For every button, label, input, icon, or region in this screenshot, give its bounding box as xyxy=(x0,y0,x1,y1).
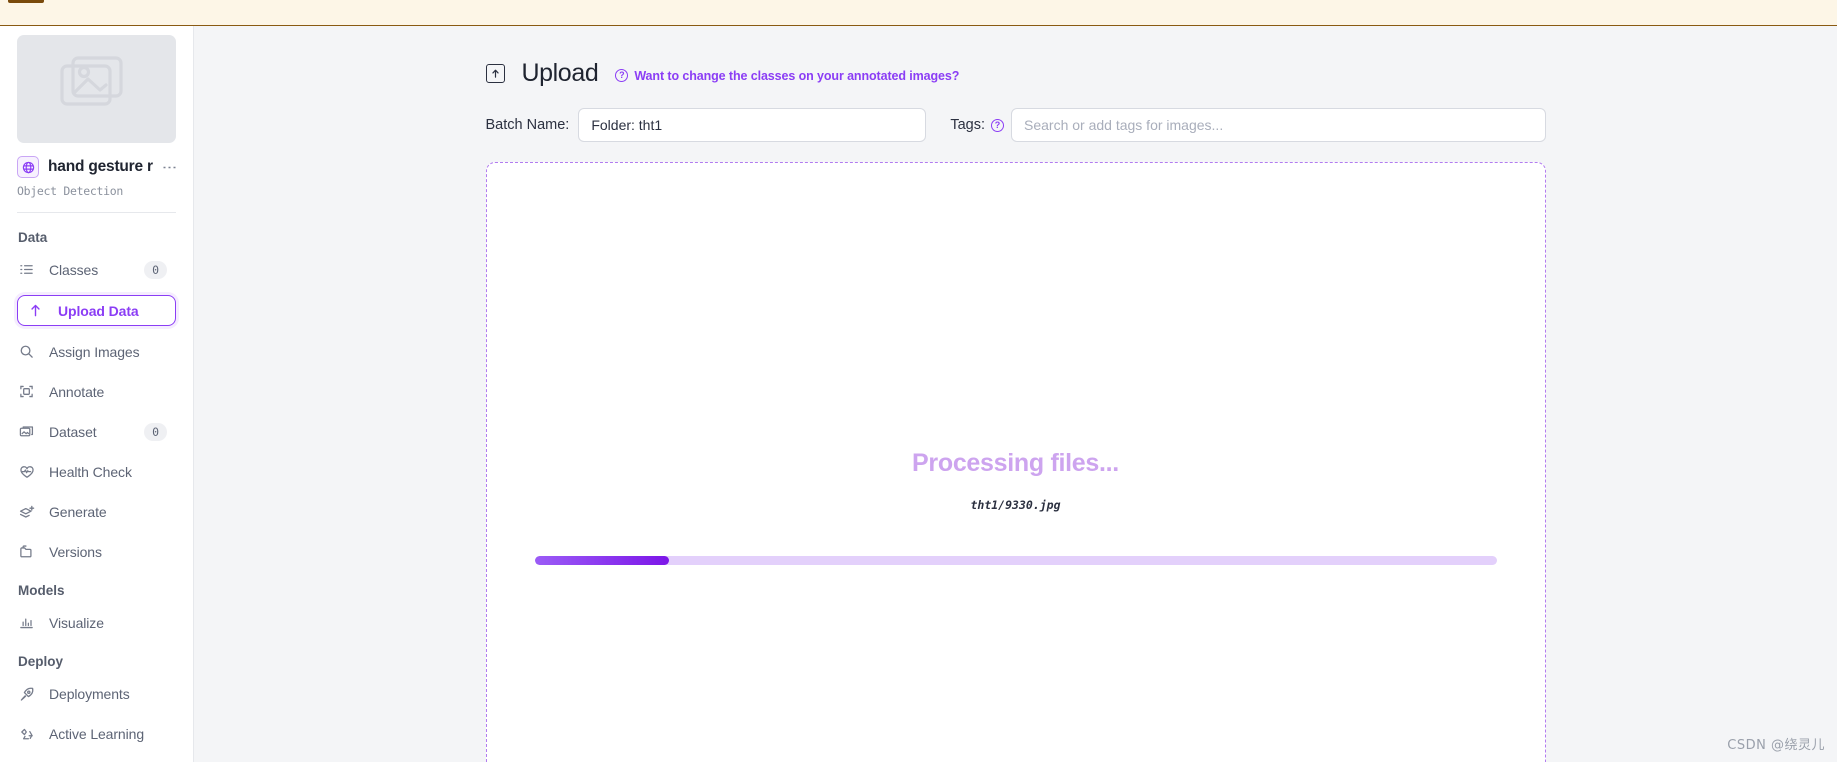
body-wrapper: hand gesture r... ⋮ Object Detection Dat… xyxy=(0,26,1837,762)
project-thumbnail xyxy=(17,35,176,143)
upload-arrow-icon xyxy=(27,303,44,318)
kebab-menu-icon[interactable]: ⋮ xyxy=(161,160,178,175)
batch-name-input[interactable] xyxy=(578,108,927,142)
project-header[interactable]: hand gesture r... ⋮ xyxy=(17,156,178,178)
browser-tab-stub[interactable] xyxy=(8,0,44,3)
upload-box-icon xyxy=(485,64,505,83)
folder-icon xyxy=(18,544,35,559)
sidebar-item-visualize[interactable]: Visualize xyxy=(17,608,176,637)
recycle-icon xyxy=(18,726,35,742)
tags-label-group: Tags: ? xyxy=(950,117,1004,133)
list-icon xyxy=(18,262,35,277)
question-circle-icon[interactable]: ? xyxy=(991,118,1004,132)
classes-count-badge: 0 xyxy=(144,260,167,279)
current-file-name: tht1/9330.jpg xyxy=(970,498,1061,512)
question-circle-icon: ? xyxy=(615,69,629,82)
sidebar-item-dataset[interactable]: Dataset 0 xyxy=(17,417,176,446)
sidebar-section-models-title: Models xyxy=(18,583,65,598)
chart-bar-icon xyxy=(18,615,35,630)
globe-icon xyxy=(17,156,39,178)
sidebar-item-label: Annotate xyxy=(49,383,105,400)
watermark: CSDN @绕灵儿 xyxy=(1727,738,1825,753)
sidebar-section-data-title: Data xyxy=(18,230,48,245)
upload-progress-fill xyxy=(534,556,670,565)
images-placeholder-icon xyxy=(59,55,134,123)
tags-label: Tags: xyxy=(950,117,985,133)
rocket-icon xyxy=(18,686,35,702)
project-name: hand gesture r... xyxy=(48,158,153,175)
page-title: Upload xyxy=(521,59,599,87)
sidebar-item-generate[interactable]: Generate xyxy=(17,497,176,526)
upload-progress-bar xyxy=(534,556,1497,565)
main-inner: Upload ? Want to change the classes on y… xyxy=(485,26,1546,762)
generate-icon xyxy=(18,504,35,520)
sidebar-item-classes[interactable]: Classes 0 xyxy=(17,255,176,284)
dropzone-status: Processing files... tht1/9330.jpg xyxy=(487,449,1545,512)
page-header: Upload ? Want to change the classes on y… xyxy=(485,59,1546,88)
sidebar-divider xyxy=(17,212,176,213)
sidebar-item-label: Visualize xyxy=(49,614,104,631)
sidebar-item-label: Assign Images xyxy=(49,343,140,360)
processing-status-text: Processing files... xyxy=(912,449,1119,477)
health-icon xyxy=(18,464,35,480)
sidebar-item-label: Health Check xyxy=(49,463,132,480)
sidebar-item-health-check[interactable]: Health Check xyxy=(17,457,176,486)
sidebar-item-label: Generate xyxy=(49,503,107,520)
hint-link-label: Want to change the classes on your annot… xyxy=(634,68,960,83)
sidebar-item-annotate[interactable]: Annotate xyxy=(17,377,176,406)
sidebar-item-assign-images[interactable]: Assign Images xyxy=(17,337,176,366)
sidebar-item-deployments[interactable]: Deployments xyxy=(17,679,176,708)
sidebar-item-label: Deployments xyxy=(49,685,130,702)
sidebar: hand gesture r... ⋮ Object Detection Dat… xyxy=(0,26,194,762)
app-root: hand gesture r... ⋮ Object Detection Dat… xyxy=(0,0,1837,762)
project-type: Object Detection xyxy=(17,184,123,198)
upload-form-row: Batch Name: Tags: ? xyxy=(486,108,1546,142)
upload-dropzone[interactable]: Processing files... tht1/9330.jpg xyxy=(485,162,1546,762)
sidebar-item-label: Dataset xyxy=(49,423,97,440)
sidebar-item-upload-data[interactable]: Upload Data xyxy=(17,295,176,326)
sidebar-item-label: Versions xyxy=(49,543,102,560)
sidebar-item-active-learning[interactable]: Active Learning xyxy=(17,719,176,748)
dataset-count-badge: 0 xyxy=(144,422,167,441)
top-banner xyxy=(0,0,1837,26)
sidebar-item-label: Classes xyxy=(49,261,99,278)
change-classes-hint-link[interactable]: ? Want to change the classes on your ann… xyxy=(615,69,959,83)
tags-input[interactable] xyxy=(1011,108,1546,142)
sidebar-item-label: Active Learning xyxy=(49,725,145,742)
search-icon xyxy=(18,344,35,359)
batch-name-label: Batch Name: xyxy=(485,117,570,133)
main-content: Upload ? Want to change the classes on y… xyxy=(194,26,1837,762)
sidebar-section-deploy-title: Deploy xyxy=(18,654,64,669)
annotate-icon xyxy=(18,384,35,399)
dataset-icon xyxy=(18,424,35,439)
sidebar-item-label: Upload Data xyxy=(58,302,139,319)
sidebar-item-versions[interactable]: Versions xyxy=(17,537,176,566)
